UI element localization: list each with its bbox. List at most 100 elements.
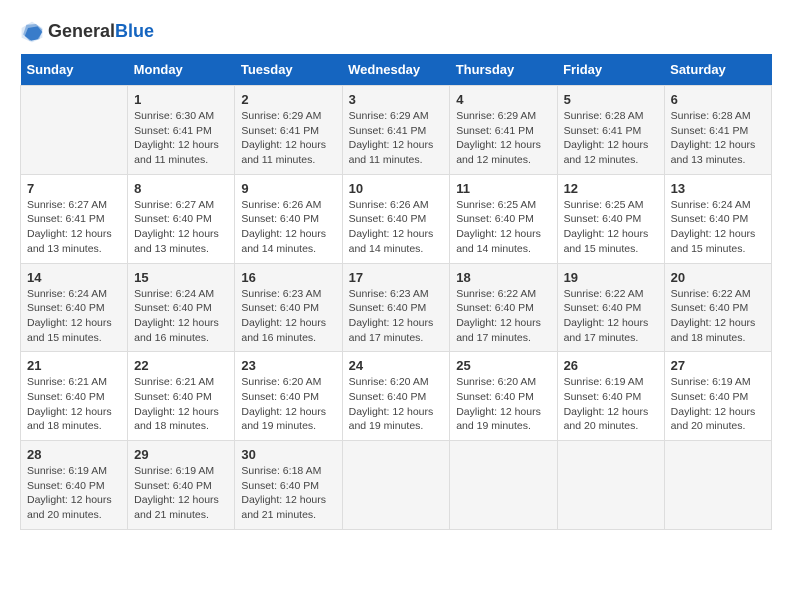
day-cell: 3 Sunrise: 6:29 AMSunset: 6:41 PMDaylight… bbox=[342, 86, 450, 175]
day-cell: 18Sunrise: 6:22 AMSunset: 6:40 PMDayligh… bbox=[450, 263, 557, 352]
day-number: 2 bbox=[241, 92, 335, 107]
day-info: Sunrise: 6:24 AMSunset: 6:40 PMDaylight:… bbox=[134, 287, 228, 346]
day-info: Sunrise: 6:20 AMSunset: 6:40 PMDaylight:… bbox=[456, 375, 550, 434]
day-cell: 21Sunrise: 6:21 AMSunset: 6:40 PMDayligh… bbox=[21, 352, 128, 441]
day-number: 9 bbox=[241, 181, 335, 196]
day-info: Sunrise: 6:28 AMSunset: 6:41 PMDaylight:… bbox=[564, 109, 658, 168]
day-cell: 11 Sunrise: 6:25 AMSunset: 6:40 PMDayligh… bbox=[450, 174, 557, 263]
day-number: 3 bbox=[349, 92, 444, 107]
day-info: Sunrise: 6:25 AMSunset: 6:40 PMDaylight:… bbox=[564, 198, 658, 257]
day-cell: 13Sunrise: 6:24 AMSunset: 6:40 PMDayligh… bbox=[664, 174, 771, 263]
col-header-monday: Monday bbox=[128, 54, 235, 86]
day-info: Sunrise: 6:19 AMSunset: 6:40 PMDaylight:… bbox=[671, 375, 765, 434]
week-row-4: 21Sunrise: 6:21 AMSunset: 6:40 PMDayligh… bbox=[21, 352, 772, 441]
day-number: 22 bbox=[134, 358, 228, 373]
day-info: Sunrise: 6:22 AMSunset: 6:40 PMDaylight:… bbox=[671, 287, 765, 346]
day-cell: 15 Sunrise: 6:24 AMSunset: 6:40 PMDayligh… bbox=[128, 263, 235, 352]
day-cell: 25 Sunrise: 6:20 AMSunset: 6:40 PMDayligh… bbox=[450, 352, 557, 441]
day-cell: 9Sunrise: 6:26 AMSunset: 6:40 PMDaylight… bbox=[235, 174, 342, 263]
day-info: Sunrise: 6:20 AMSunset: 6:40 PMDaylight:… bbox=[349, 375, 444, 434]
page-header: GeneralBlue bbox=[20, 20, 772, 44]
day-number: 16 bbox=[241, 270, 335, 285]
day-info: Sunrise: 6:24 AMSunset: 6:40 PMDaylight:… bbox=[671, 198, 765, 257]
day-number: 11 bbox=[456, 181, 550, 196]
day-info: Sunrise: 6:21 AMSunset: 6:40 PMDaylight:… bbox=[134, 375, 228, 434]
day-cell: 26 Sunrise: 6:19 AMSunset: 6:40 PMDayligh… bbox=[557, 352, 664, 441]
logo-text: GeneralBlue bbox=[48, 22, 154, 42]
day-number: 30 bbox=[241, 447, 335, 462]
day-cell: 1Sunrise: 6:30 AMSunset: 6:41 PMDaylight… bbox=[128, 86, 235, 175]
day-number: 5 bbox=[564, 92, 658, 107]
day-info: Sunrise: 6:23 AMSunset: 6:40 PMDaylight:… bbox=[349, 287, 444, 346]
calendar-table: SundayMondayTuesdayWednesdayThursdayFrid… bbox=[20, 54, 772, 530]
day-cell: 8 Sunrise: 6:27 AMSunset: 6:40 PMDaylight… bbox=[128, 174, 235, 263]
day-number: 4 bbox=[456, 92, 550, 107]
day-cell: 19 Sunrise: 6:22 AMSunset: 6:40 PMDayligh… bbox=[557, 263, 664, 352]
day-cell: 16 Sunrise: 6:23 AMSunset: 6:40 PMDayligh… bbox=[235, 263, 342, 352]
day-cell: 12 Sunrise: 6:25 AMSunset: 6:40 PMDayligh… bbox=[557, 174, 664, 263]
day-cell bbox=[557, 441, 664, 530]
week-row-5: 28 Sunrise: 6:19 AMSunset: 6:40 PMDayligh… bbox=[21, 441, 772, 530]
day-cell: 22 Sunrise: 6:21 AMSunset: 6:40 PMDayligh… bbox=[128, 352, 235, 441]
day-cell: 29 Sunrise: 6:19 AMSunset: 6:40 PMDayligh… bbox=[128, 441, 235, 530]
day-number: 25 bbox=[456, 358, 550, 373]
week-row-2: 7 Sunrise: 6:27 AMSunset: 6:41 PMDaylight… bbox=[21, 174, 772, 263]
day-cell bbox=[21, 86, 128, 175]
day-info: Sunrise: 6:19 AMSunset: 6:40 PMDaylight:… bbox=[564, 375, 658, 434]
day-info: Sunrise: 6:29 AMSunset: 6:41 PMDaylight:… bbox=[456, 109, 550, 168]
col-header-wednesday: Wednesday bbox=[342, 54, 450, 86]
day-info: Sunrise: 6:27 AMSunset: 6:40 PMDaylight:… bbox=[134, 198, 228, 257]
day-info: Sunrise: 6:23 AMSunset: 6:40 PMDaylight:… bbox=[241, 287, 335, 346]
logo-general: GeneralBlue bbox=[48, 22, 154, 42]
day-cell bbox=[342, 441, 450, 530]
day-number: 20 bbox=[671, 270, 765, 285]
day-cell: 4 Sunrise: 6:29 AMSunset: 6:41 PMDaylight… bbox=[450, 86, 557, 175]
week-row-3: 14Sunrise: 6:24 AMSunset: 6:40 PMDayligh… bbox=[21, 263, 772, 352]
logo-icon bbox=[20, 20, 44, 44]
day-cell: 14Sunrise: 6:24 AMSunset: 6:40 PMDayligh… bbox=[21, 263, 128, 352]
col-header-sunday: Sunday bbox=[21, 54, 128, 86]
day-number: 15 bbox=[134, 270, 228, 285]
day-cell: 20 Sunrise: 6:22 AMSunset: 6:40 PMDayligh… bbox=[664, 263, 771, 352]
col-header-saturday: Saturday bbox=[664, 54, 771, 86]
day-info: Sunrise: 6:27 AMSunset: 6:41 PMDaylight:… bbox=[27, 198, 121, 257]
day-info: Sunrise: 6:24 AMSunset: 6:40 PMDaylight:… bbox=[27, 287, 121, 346]
day-cell: 28Sunrise: 6:19 AMSunset: 6:40 PMDayligh… bbox=[21, 441, 128, 530]
day-number: 10 bbox=[349, 181, 444, 196]
day-info: Sunrise: 6:26 AMSunset: 6:40 PMDaylight:… bbox=[349, 198, 444, 257]
day-cell: 27Sunrise: 6:19 AMSunset: 6:40 PMDayligh… bbox=[664, 352, 771, 441]
day-info: Sunrise: 6:22 AMSunset: 6:40 PMDaylight:… bbox=[564, 287, 658, 346]
day-info: Sunrise: 6:20 AMSunset: 6:40 PMDaylight:… bbox=[241, 375, 335, 434]
col-header-friday: Friday bbox=[557, 54, 664, 86]
day-cell bbox=[664, 441, 771, 530]
col-header-tuesday: Tuesday bbox=[235, 54, 342, 86]
day-info: Sunrise: 6:25 AMSunset: 6:40 PMDaylight:… bbox=[456, 198, 550, 257]
day-info: Sunrise: 6:22 AMSunset: 6:40 PMDaylight:… bbox=[456, 287, 550, 346]
day-number: 29 bbox=[134, 447, 228, 462]
day-cell: 2 Sunrise: 6:29 AMSunset: 6:41 PMDaylight… bbox=[235, 86, 342, 175]
calendar-header-row: SundayMondayTuesdayWednesdayThursdayFrid… bbox=[21, 54, 772, 86]
day-cell: 5 Sunrise: 6:28 AMSunset: 6:41 PMDaylight… bbox=[557, 86, 664, 175]
col-header-thursday: Thursday bbox=[450, 54, 557, 86]
day-info: Sunrise: 6:19 AMSunset: 6:40 PMDaylight:… bbox=[134, 464, 228, 523]
day-info: Sunrise: 6:21 AMSunset: 6:40 PMDaylight:… bbox=[27, 375, 121, 434]
day-cell: 10 Sunrise: 6:26 AMSunset: 6:40 PMDayligh… bbox=[342, 174, 450, 263]
week-row-1: 1Sunrise: 6:30 AMSunset: 6:41 PMDaylight… bbox=[21, 86, 772, 175]
day-cell: 23 Sunrise: 6:20 AMSunset: 6:40 PMDayligh… bbox=[235, 352, 342, 441]
day-number: 12 bbox=[564, 181, 658, 196]
day-cell: 30Sunrise: 6:18 AMSunset: 6:40 PMDayligh… bbox=[235, 441, 342, 530]
day-info: Sunrise: 6:28 AMSunset: 6:41 PMDaylight:… bbox=[671, 109, 765, 168]
day-number: 24 bbox=[349, 358, 444, 373]
day-number: 23 bbox=[241, 358, 335, 373]
day-number: 8 bbox=[134, 181, 228, 196]
day-number: 19 bbox=[564, 270, 658, 285]
day-cell bbox=[450, 441, 557, 530]
day-info: Sunrise: 6:29 AMSunset: 6:41 PMDaylight:… bbox=[349, 109, 444, 168]
day-number: 26 bbox=[564, 358, 658, 373]
day-number: 28 bbox=[27, 447, 121, 462]
day-number: 17 bbox=[349, 270, 444, 285]
day-info: Sunrise: 6:29 AMSunset: 6:41 PMDaylight:… bbox=[241, 109, 335, 168]
logo: GeneralBlue bbox=[20, 20, 154, 44]
day-cell: 17 Sunrise: 6:23 AMSunset: 6:40 PMDayligh… bbox=[342, 263, 450, 352]
day-number: 7 bbox=[27, 181, 121, 196]
